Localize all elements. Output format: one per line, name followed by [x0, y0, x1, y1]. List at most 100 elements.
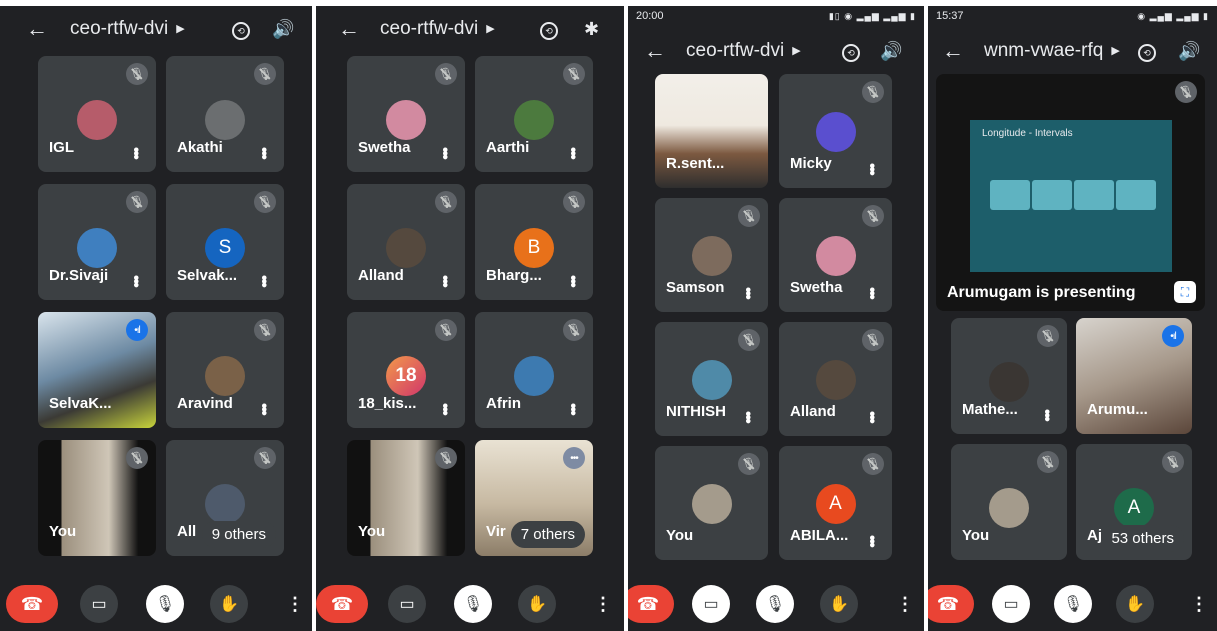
mic-off-icon[interactable]: 🎙 [1054, 585, 1092, 623]
meeting-title[interactable]: ceo-rtfw-dvi ▶ [686, 40, 801, 62]
camera-icon[interactable]: ▭ [80, 585, 118, 623]
participant-tile[interactable]: 🎙 Mathe... ••• [951, 318, 1067, 434]
more-options-icon[interactable]: ••• [436, 403, 453, 414]
participant-name: Micky [790, 155, 832, 172]
participant-name: Alland [790, 403, 836, 420]
participant-tile[interactable]: 🎙 You [951, 444, 1067, 560]
self-video-tile[interactable]: 🎙 You [38, 440, 156, 556]
more-options-icon[interactable]: ••• [436, 147, 453, 158]
more-options-icon[interactable]: ••• [739, 287, 756, 298]
others-tile[interactable]: 🎙 All 9 others [166, 440, 284, 556]
more-options-icon[interactable]: ••• [255, 403, 272, 414]
more-vert-icon[interactable]: ⋮ [1180, 585, 1217, 623]
back-arrow-icon[interactable]: ← [644, 40, 666, 62]
more-options-icon[interactable]: ••• [863, 163, 880, 174]
more-options-icon[interactable]: ••• [564, 275, 581, 286]
participant-video-tile[interactable]: R.sent... [655, 74, 768, 188]
more-vert-icon[interactable]: ⋮ [584, 585, 622, 623]
speaker-icon[interactable]: 🔊 [880, 41, 902, 62]
participant-video-tile[interactable]: •ıl SelvaK... [38, 312, 156, 428]
participant-tile[interactable]: 🎙 NITHISH ••• [655, 322, 768, 436]
end-call-icon[interactable]: ☎ [6, 585, 58, 623]
interval-segment [990, 180, 1030, 210]
participant-tile[interactable]: 🎙 B Bharg... ••• [475, 184, 593, 300]
participant-name: Dr.Sivaji [49, 267, 109, 284]
participant-tile[interactable]: 🎙 Akathi ••• [166, 56, 284, 172]
more-options-icon[interactable]: ••• [863, 287, 880, 298]
back-arrow-icon[interactable]: ← [338, 18, 360, 40]
meeting-title[interactable]: ceo-rtfw-dvi ▶ [380, 18, 495, 40]
more-options-icon[interactable]: ••• [255, 147, 272, 158]
participant-tile[interactable]: 🎙 You [655, 446, 768, 560]
signal-icon: ▮▯ ◉ ▂▄▆ ▂▄▆ ▮ [828, 10, 916, 21]
switch-camera-icon[interactable]: ⟲ [1138, 40, 1156, 63]
avatar [77, 100, 117, 140]
more-options-icon[interactable]: ••• [1038, 409, 1055, 420]
back-arrow-icon[interactable]: ← [942, 40, 964, 62]
others-tile[interactable]: ••• Vir 7 others [475, 440, 593, 556]
participant-tile[interactable]: 🎙 Micky ••• [779, 74, 892, 188]
others-count: 7 others [510, 521, 585, 548]
mic-off-icon[interactable]: 🎙 [454, 585, 492, 623]
status-time: 20:00 [636, 10, 664, 22]
participant-tile[interactable]: 🎙 Aarthi ••• [475, 56, 593, 172]
mic-off-icon[interactable]: 🎙 [756, 585, 794, 623]
participant-tile[interactable]: 🎙 IGL ••• [38, 56, 156, 172]
participant-tile[interactable]: 🎙 Swetha ••• [779, 198, 892, 312]
speaker-icon[interactable]: 🔊 [272, 19, 294, 40]
switch-camera-icon[interactable]: ⟲ [232, 18, 250, 41]
more-options-icon[interactable]: ••• [564, 403, 581, 414]
bluetooth-icon[interactable]: ✱ [584, 19, 599, 40]
participant-tile[interactable]: 🎙 Dr.Sivaji ••• [38, 184, 156, 300]
more-options-icon[interactable]: ••• [863, 411, 880, 422]
more-options-icon[interactable]: ••• [127, 147, 144, 158]
others-tile[interactable]: 🎙 A Aj 53 others [1076, 444, 1192, 560]
more-options-icon[interactable]: ••• [739, 411, 756, 422]
end-call-icon[interactable]: ☎ [628, 585, 674, 623]
participant-tile[interactable]: 🎙 Swetha ••• [347, 56, 465, 172]
presentation-tile[interactable]: 🎙 Longitude - Intervals Arumugam is pres… [936, 74, 1205, 311]
caret-right-icon: ▶ [792, 45, 801, 58]
speaker-icon[interactable]: 🔊 [1178, 41, 1200, 62]
back-arrow-icon[interactable]: ← [26, 18, 48, 40]
more-options-icon[interactable]: ••• [863, 535, 880, 546]
mic-off-icon[interactable]: 🎙 [146, 585, 184, 623]
end-call-icon[interactable]: ☎ [928, 585, 974, 623]
meeting-title[interactable]: wnm-vwae-rfq ▶ [984, 40, 1120, 62]
participant-tile[interactable]: 🎙 Samson ••• [655, 198, 768, 312]
more-options-icon[interactable]: ••• [127, 275, 144, 286]
raise-hand-icon[interactable]: ✋ [518, 585, 556, 623]
more-options-icon[interactable]: ••• [255, 275, 272, 286]
more-vert-icon[interactable]: ⋮ [886, 585, 924, 623]
participant-tile[interactable]: 🎙 A ABILA... ••• [779, 446, 892, 560]
participant-tile[interactable]: 🎙 Alland ••• [347, 184, 465, 300]
switch-camera-icon[interactable]: ⟲ [540, 18, 558, 41]
participant-tile[interactable]: 🎙 18 18_kis... ••• [347, 312, 465, 428]
meeting-title[interactable]: ceo-rtfw-dvi ▶ [70, 18, 185, 40]
fullscreen-icon[interactable]: ⛶ [1174, 281, 1196, 303]
raise-hand-icon[interactable]: ✋ [1116, 585, 1154, 623]
more-options-icon[interactable]: ••• [436, 275, 453, 286]
participant-name: All [177, 523, 197, 540]
avatar [386, 228, 426, 268]
more-options-icon[interactable]: ••• [564, 147, 581, 158]
participant-tile[interactable]: 🎙 Afrin ••• [475, 312, 593, 428]
camera-off-icon[interactable]: ▭ [992, 585, 1030, 623]
participant-video-tile[interactable]: •ıl Arumu... [1076, 318, 1192, 434]
camera-off-icon[interactable]: ▭ [692, 585, 730, 623]
raise-hand-icon[interactable]: ✋ [820, 585, 858, 623]
avatar [386, 100, 426, 140]
participant-tile[interactable]: 🎙 Aravind ••• [166, 312, 284, 428]
end-call-icon[interactable]: ☎ [316, 585, 368, 623]
participant-name: You [49, 523, 77, 540]
participant-tile[interactable]: 🎙 Alland ••• [779, 322, 892, 436]
camera-icon[interactable]: ▭ [388, 585, 426, 623]
more-vert-icon[interactable]: ⋮ [276, 585, 312, 623]
raise-hand-icon[interactable]: ✋ [210, 585, 248, 623]
participant-tile[interactable]: 🎙 S Selvak... ••• [166, 184, 284, 300]
caret-right-icon: ▶ [486, 23, 495, 36]
self-video-tile[interactable]: 🎙 You [347, 440, 465, 556]
mic-off-icon: 🎙 [862, 205, 884, 227]
switch-camera-icon[interactable]: ⟲ [842, 40, 860, 63]
participant-name: Afrin [486, 395, 521, 412]
